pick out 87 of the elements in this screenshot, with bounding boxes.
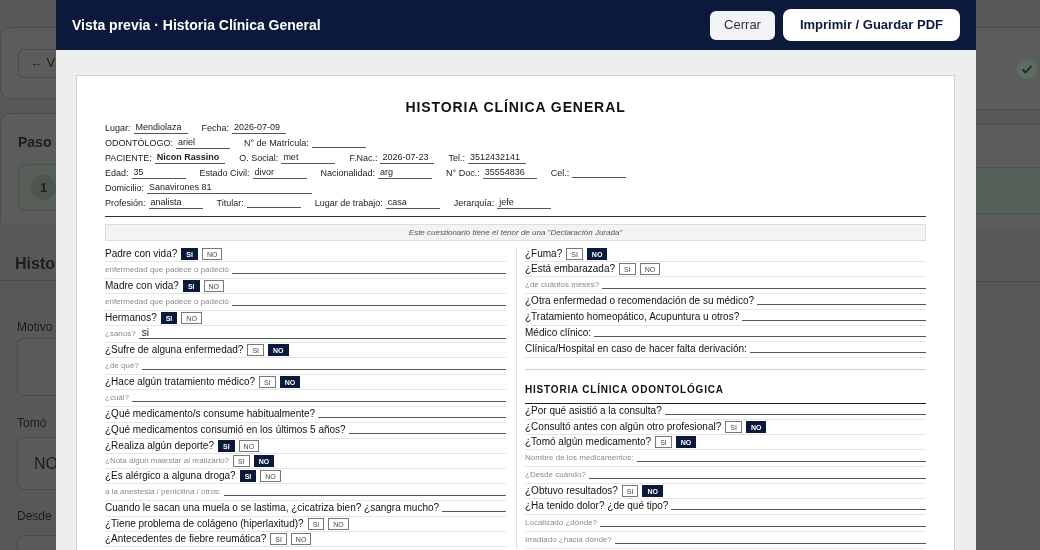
field-label: ODONTÓLOGO: xyxy=(105,138,173,149)
field-label: F.Nac.: xyxy=(349,153,378,164)
field-label: Lugar: xyxy=(105,123,131,134)
input-field[interactable] xyxy=(17,535,56,550)
print-button[interactable]: Imprimir / Guardar PDF xyxy=(782,9,960,41)
field-value: 3512432141 xyxy=(467,152,526,164)
question-text: ¿Realiza algún deporte? xyxy=(105,441,214,451)
question-text: ¿Ha tenido dolor? ¿de qué tipo? xyxy=(525,500,669,511)
question-text: ¿sanos? xyxy=(105,329,136,339)
fill-in-line xyxy=(572,177,627,178)
step-number: 1 xyxy=(31,175,56,200)
answer-line: si xyxy=(138,327,506,339)
question-text: ¿Hace algún tratamiento médico? xyxy=(105,377,256,387)
question-text: ¿cuál? xyxy=(105,393,129,403)
text-area[interactable] xyxy=(17,338,56,396)
question-text: Madre con vida? xyxy=(105,281,179,291)
section-heading: HISTORIA CLÍNICA ODONTOLÓGICA xyxy=(525,384,724,395)
field-label: Tel.: xyxy=(448,153,465,164)
field-value: jefe xyxy=(497,197,552,209)
field-value: 2026-07-09 xyxy=(232,122,287,134)
field-value: divor xyxy=(252,167,307,179)
fill-in-line xyxy=(442,511,506,512)
step-label: Paso xyxy=(18,134,52,150)
field-label: Desde xyxy=(17,509,52,524)
question-text: ¿Tiene problema de colágeno (hiperlaxitud)? xyxy=(105,519,304,529)
question-text: ¿Qué medicamento/s consume habitualmente? xyxy=(105,408,316,419)
field-value: 35 xyxy=(131,167,186,179)
dialog-title: Vista previa · Historia Clínica General xyxy=(72,15,321,35)
field-label: Fecha: xyxy=(201,123,230,134)
field-label: N° Doc.: xyxy=(446,168,480,179)
field-label: Nacionalidad: xyxy=(320,168,376,179)
field-value: arg xyxy=(378,167,433,179)
question-text: ¿Es alérgico a alguna droga? xyxy=(105,471,236,481)
field-value: met xyxy=(281,152,336,164)
question-text: enfermedad que padece o padeció xyxy=(105,297,229,307)
document-title: HISTORIA CLÍNICA GENERAL xyxy=(405,99,626,116)
question-text: Clínica/Hospital en caso de hacer falta derivación: xyxy=(525,343,747,354)
fill-in-line xyxy=(246,207,301,208)
question-text: ¿Consultó antes con algún otro profesional? xyxy=(525,422,722,432)
field-label: Edad: xyxy=(105,168,129,179)
question-text: ¿Nota algún malestar al realizarlo? xyxy=(105,457,230,465)
field-label: PACIENTE: xyxy=(105,153,152,164)
question-text: ¿Fuma? xyxy=(525,249,563,259)
question-text: ¿Obtuvo resultados? xyxy=(525,486,618,496)
section-heading: Histo xyxy=(15,255,55,272)
question-text: ¿Antecedentes de fiebre reumática? xyxy=(105,534,267,544)
question-text: enfermedad que padece o padeció xyxy=(105,265,229,275)
notice-banner: Este cuestionario tiene el tenor de una "Declaración Jurada" xyxy=(105,224,926,241)
question-text: ¿de cuántos meses? xyxy=(525,280,600,290)
question-text: Localizado ¿dónde? xyxy=(525,518,598,528)
field-value: analista xyxy=(148,197,203,209)
field-label: Motivo xyxy=(17,320,53,335)
field-value: 35554836 xyxy=(482,167,537,179)
field-value: Sanavirones 81 xyxy=(147,182,312,194)
question-text: Médico clínico: xyxy=(525,327,592,338)
fill-in-line xyxy=(311,147,366,148)
question-text: ¿Tratamiento homeopático, Acupuntura u otros? xyxy=(525,311,740,322)
close-button[interactable]: Cerrar xyxy=(710,10,775,40)
field-label: Domicilio: xyxy=(105,183,144,194)
field-label: Estado Civil: xyxy=(199,168,250,179)
question-text: ¿Tomó algún medicamento? xyxy=(525,437,652,447)
field-value: ariel xyxy=(176,137,230,149)
field-label: N° de Matrícula: xyxy=(244,138,309,149)
field-label: Profesión: xyxy=(105,198,146,209)
question-text: ¿Qué medicamentos consumió en los últimos 5 años? xyxy=(105,424,346,435)
field-label: Lugar de trabajo: xyxy=(314,198,383,209)
question-text: Hermanos? xyxy=(105,313,157,323)
field-value: 2026-07-23 xyxy=(380,152,435,164)
question-text: Cuando le sacan una muela o se lastima, ¿cicatriza bien? ¿sangra mucho? xyxy=(105,502,440,513)
field-label: Tomó xyxy=(17,416,47,431)
question-text: ¿Sufre de alguna enfermedad? xyxy=(105,345,244,355)
question-text: Padre con vida? xyxy=(105,249,178,259)
field-label: O. Social: xyxy=(239,153,279,164)
field-value: Nicon Rassino xyxy=(154,152,226,164)
question-text: a la anestesia / penicilina / otros: xyxy=(105,487,222,497)
question-text: ¿Está embarazada? xyxy=(525,264,616,274)
question-text: ¿Desde cuándo? xyxy=(525,470,586,480)
question-text: ¿Por qué asistió a la consulta? xyxy=(525,405,662,416)
question-text: Nombre de los medicamentos: xyxy=(525,453,634,463)
field-label: Jerarquía: xyxy=(453,198,495,209)
field-value: Mendiolaza xyxy=(133,122,188,134)
field-label: Titular: xyxy=(216,198,244,209)
question-text: ¿Otra enfermedad o recomendación de su médico? xyxy=(525,295,754,306)
field-value: casa xyxy=(385,197,440,209)
question-text: Irradiado ¿hacia dónde? xyxy=(525,535,612,545)
field-label: Cel.: xyxy=(550,168,570,179)
question-text: ¿de qué? xyxy=(105,361,139,371)
